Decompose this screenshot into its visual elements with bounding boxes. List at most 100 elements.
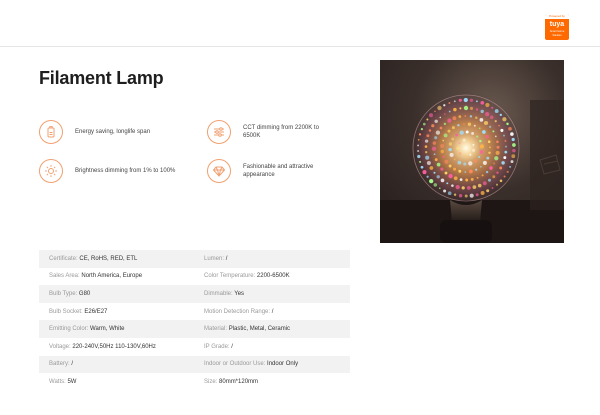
sparkle-dot — [446, 182, 449, 185]
sparkle-dot — [512, 143, 516, 147]
sparkle-dot — [443, 113, 446, 115]
spec-label: Indoor or Outdoor Use: — [204, 361, 266, 368]
sparkle-dot — [475, 108, 479, 111]
sparkle-dot — [485, 102, 490, 108]
sparkle-dot — [478, 155, 481, 159]
spec-value: 2200-6500K — [256, 273, 290, 280]
spec-cell: Color Temperature: 2200-6500K — [194, 273, 349, 279]
product-photo — [380, 60, 564, 243]
sparkle-dot — [453, 107, 457, 112]
sparkle-dot — [426, 134, 430, 138]
spec-value: G80 — [78, 290, 91, 297]
sparkle-dot — [504, 150, 508, 154]
sparkle-dot — [498, 124, 500, 127]
spec-row: Battery: / Indoor or Outdoor Use: Indoor … — [39, 355, 350, 374]
sparkle-dot — [488, 125, 492, 129]
feature-text: Energy saving, longlife span — [75, 129, 151, 135]
spec-cell: Certificate: CE, RoHS, RED, ETL — [39, 256, 194, 262]
spec-cell: Bulb Type: G80 — [39, 291, 194, 297]
sparkle-dot — [453, 158, 456, 161]
sparkle-dot — [426, 118, 429, 121]
spec-label: Voltage: — [49, 343, 71, 350]
sparkle-dot — [419, 160, 422, 163]
sparkle-dot — [444, 171, 448, 175]
sparkle-dot — [426, 160, 431, 166]
spec-value: North America, Europe — [81, 273, 143, 280]
sparkle-dot — [433, 153, 436, 156]
sparkle-dot — [478, 127, 481, 130]
sparkle-dot — [431, 124, 435, 128]
sparkle-dot — [469, 193, 474, 198]
sun-icon — [39, 159, 63, 183]
sparkle-dot — [434, 136, 438, 140]
sparkle-dot — [475, 116, 478, 119]
badge-brand-text: tuya — [549, 21, 565, 28]
spec-label: Emitting Color: — [49, 326, 89, 333]
spec-value: Plastic, Metal, Ceramic — [228, 326, 291, 333]
sparkle-dot — [451, 137, 455, 141]
sparkle-dot — [491, 187, 494, 189]
spec-value: / — [71, 361, 74, 368]
sparkle-dot — [503, 134, 505, 137]
feature-cct-dimming: CCT dimming from 2200K to 6500K — [207, 120, 335, 144]
spec-label: Battery: — [49, 361, 70, 368]
spec-cell: Bulb Socket: E26/E27 — [39, 309, 194, 315]
sparkle-dot — [463, 97, 468, 103]
badge-sub-text: Smart Home Solution — [549, 30, 565, 37]
sparkle-dot — [422, 170, 427, 175]
sparkle-dot — [494, 120, 497, 123]
spec-value: E26/E27 — [84, 308, 108, 315]
sparkle-dot — [511, 137, 515, 142]
sparkle-dot — [451, 126, 455, 130]
sparkle-dot — [431, 146, 437, 151]
sparkle-dot — [502, 117, 507, 122]
sparkle-dot — [434, 158, 438, 162]
sparkle-dot — [466, 185, 471, 190]
sparkle-dot — [504, 140, 507, 142]
sparkle-dot — [465, 130, 469, 134]
spec-label: Watts: — [49, 378, 66, 385]
sparkle-dot — [455, 133, 459, 137]
spec-label: Motion Detection Range: — [204, 308, 271, 315]
filament-lamp-illustration — [380, 92, 564, 243]
sparkle-dot — [428, 129, 432, 132]
spec-label: Lumen: — [204, 255, 225, 262]
spec-cell: Lumen: / — [194, 256, 349, 262]
sparkle-dot — [492, 130, 495, 133]
sparkle-dot — [429, 166, 434, 170]
sparkle-dot — [479, 139, 482, 143]
sparkle-dot — [467, 122, 472, 126]
sparkle-dot — [443, 122, 447, 126]
sparkle-dot — [422, 122, 426, 126]
sparkle-dot — [447, 191, 452, 196]
sparkle-dot — [476, 176, 479, 179]
sparkle-dot — [448, 142, 453, 146]
sparkle-dot — [463, 162, 467, 166]
sparkle-dot — [468, 161, 473, 166]
sparkle-dot — [472, 185, 477, 189]
sparkle-dot — [428, 113, 434, 118]
sparkle-dot — [457, 124, 460, 127]
sparkle-dot — [469, 98, 474, 103]
sparkle-dot — [448, 164, 452, 168]
sparkle-dot — [464, 194, 468, 198]
sparkle-dot — [442, 139, 445, 142]
sparkle-dot — [489, 146, 491, 149]
sparkle-dot — [485, 134, 489, 139]
sparkle-dot — [425, 151, 428, 154]
sparkle-dot — [455, 184, 460, 190]
sparkle-dot — [488, 151, 491, 155]
sparkle-dot — [499, 113, 502, 117]
spec-row: Bulb Type: G80 Dimmable: Yes — [39, 285, 350, 303]
sparkle-dot — [510, 160, 514, 164]
sparkle-dot — [496, 145, 500, 149]
spec-cell: Dimmable: Yes — [194, 291, 349, 297]
spec-label: Bulb Socket: — [49, 308, 83, 315]
spec-table: Certificate: CE, RoHS, RED, ETL Lumen: / S… — [39, 250, 350, 391]
spec-label: Size: — [204, 378, 218, 385]
sparkle-dot — [439, 126, 443, 130]
sparkle-dot — [458, 194, 463, 198]
sparkle-dot — [420, 165, 424, 169]
sparkle-dot — [453, 100, 456, 103]
sparkle-dot — [462, 123, 465, 126]
